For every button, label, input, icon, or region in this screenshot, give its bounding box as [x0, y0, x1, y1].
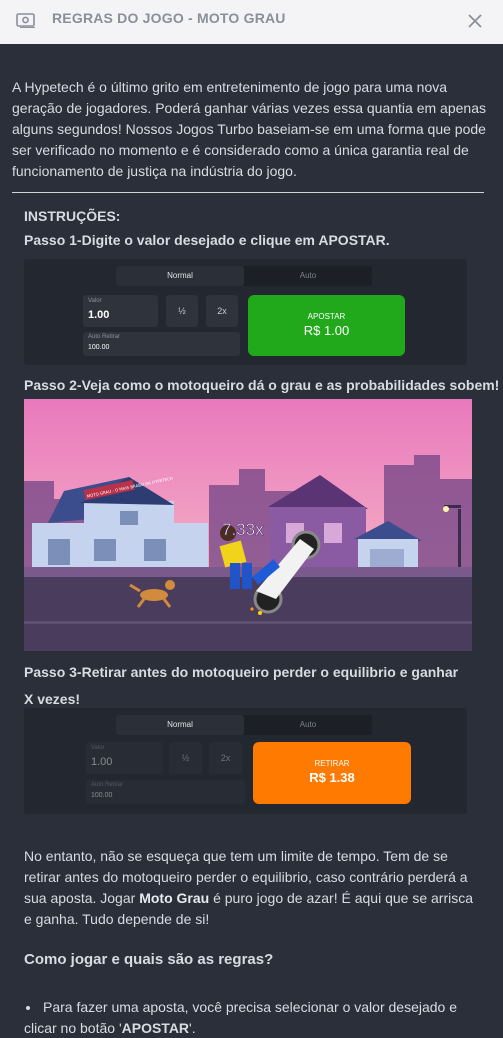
double-button[interactable]: 2x [206, 295, 238, 327]
step-3-text: Passo 3-Retirar antes do motoqueiro perd… [24, 664, 459, 707]
bet-value-field[interactable]: Valor 1.00 [83, 295, 158, 327]
multiplier-text: 7.33x [222, 520, 264, 539]
tab-auto[interactable]: Auto [244, 266, 372, 286]
auto-retirar-field[interactable]: Auto Retirar 100.00 [83, 332, 240, 356]
value-label: Valor [88, 298, 102, 304]
divider [12, 192, 484, 193]
close-icon[interactable] [464, 10, 486, 32]
cashout-button-label: RETIRAR [314, 759, 350, 768]
step-1-text: Passo 1-Digite o valor desejado e clique… [24, 232, 390, 248]
note-paragraph: No entanto, não se esqueça que tem um li… [24, 848, 474, 927]
value-amount: 1.00 [91, 756, 113, 768]
modal-header: REGRAS DO JOGO - MOTO GRAU [0, 0, 503, 44]
auto-retirar-value: 100.00 [88, 344, 110, 351]
rule-bold-apostar: APOSTAR [121, 1020, 190, 1036]
auto-retirar-label: Auto Retirar [91, 782, 124, 788]
value-amount: 1.00 [88, 309, 110, 321]
auto-retirar-label: Auto Retirar [88, 334, 121, 340]
rules-heading: Como jogar e quais são as regras? [24, 951, 274, 968]
step-2-text: Passo 2-Veja como o motoqueiro dá o grau… [24, 377, 500, 393]
rule-item: Para fazer uma aposta, você precisa sele… [24, 999, 458, 1036]
bet-panel-demo: Normal Auto Valor 1.00 ½ 2x Auto Retirar… [24, 259, 467, 365]
bet-button-label: APOSTAR [307, 312, 346, 321]
double-button: 2x [209, 742, 242, 774]
instructions-heading: INSTRUÇÕES: [24, 208, 121, 224]
cashout-button-amount: R$ 1.38 [309, 770, 355, 785]
cashout-panel-demo: Normal Auto Valor 1.00 ½ 2x Auto Retirar… [24, 708, 467, 814]
game-scene-image: MOTO GRAU - O MAIS BRABO DA HYPETECH 7.3… [24, 399, 472, 651]
tab-normal[interactable]: Normal [116, 715, 244, 735]
mode-tabs: Normal Auto [116, 715, 372, 735]
half-button[interactable]: ½ [166, 295, 198, 327]
ticket-icon [16, 13, 35, 28]
value-label: Valor [91, 745, 105, 751]
bet-button[interactable]: APOSTAR R$ 1.00 [248, 295, 405, 356]
modal-title: REGRAS DO JOGO - MOTO GRAU [52, 10, 286, 26]
intro-paragraph: A Hypetech é o último grito em entreteni… [12, 79, 486, 179]
auto-retirar-field: Auto Retirar 100.00 [86, 780, 245, 804]
tab-auto[interactable]: Auto [244, 715, 372, 735]
bet-value-field: Valor 1.00 [86, 742, 163, 774]
half-button: ½ [169, 742, 202, 774]
cashout-button[interactable]: RETIRAR R$ 1.38 [253, 742, 411, 804]
bet-button-amount: R$ 1.00 [303, 323, 350, 338]
tab-normal[interactable]: Normal [116, 266, 244, 286]
mode-tabs: Normal Auto [116, 266, 372, 286]
auto-retirar-value: 100.00 [91, 792, 113, 799]
game-name-bold: Moto Grau [139, 890, 210, 906]
